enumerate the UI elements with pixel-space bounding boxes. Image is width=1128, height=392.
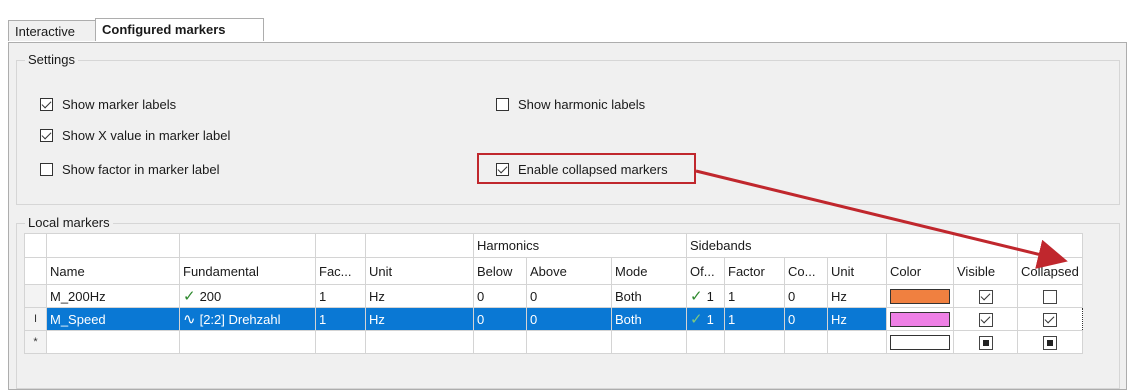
cell-name[interactable]: M_200Hz [46, 284, 180, 308]
table-row-new[interactable]: * [24, 330, 1083, 354]
visible-checkbox[interactable] [978, 335, 993, 350]
show-x-value-label: Show X value in marker label [62, 127, 231, 143]
cell-visible[interactable] [953, 284, 1018, 308]
checkmark-icon: ✓ [690, 288, 703, 305]
cell-sideband-offset[interactable] [686, 330, 725, 354]
color-swatch[interactable] [890, 335, 950, 351]
cell-factor[interactable]: 1 [315, 307, 366, 331]
collapsed-checkbox[interactable] [1042, 312, 1057, 327]
cell-unit[interactable]: Hz [365, 284, 474, 308]
cell-below[interactable] [473, 330, 527, 354]
show-x-value-option[interactable]: Show X value in marker label [40, 125, 230, 145]
cell-mode[interactable] [611, 330, 687, 354]
show-harmonic-labels-option[interactable]: Show harmonic labels [496, 94, 645, 114]
cell-name[interactable]: M_Speed [46, 307, 180, 331]
grid-column-header-row: Name Fundamental Fac... Unit Below Above… [24, 257, 1083, 285]
cell-visible[interactable] [953, 330, 1018, 354]
cell-above[interactable] [526, 330, 612, 354]
cell-sideband-factor[interactable] [724, 330, 785, 354]
show-factor-option[interactable]: Show factor in marker label [40, 159, 220, 179]
visible-checkbox[interactable] [978, 289, 993, 304]
show-marker-labels-checkbox[interactable] [40, 97, 53, 111]
col-header-name[interactable]: Name [46, 257, 180, 285]
cell-name[interactable] [46, 330, 180, 354]
show-harmonic-labels-checkbox[interactable] [496, 97, 509, 111]
col-header-sideband-factor[interactable]: Factor [724, 257, 785, 285]
visible-checkbox[interactable] [978, 312, 993, 327]
checkmark-icon: ✓ [690, 311, 703, 328]
col-header-sideband-offset[interactable]: Of... [686, 257, 725, 285]
cell-above[interactable]: 0 [526, 284, 612, 308]
show-marker-labels-option[interactable]: Show marker labels [40, 94, 176, 114]
col-header-sideband-unit[interactable]: Unit [827, 257, 887, 285]
show-factor-checkbox[interactable] [40, 162, 53, 176]
col-header-visible[interactable]: Visible [953, 257, 1018, 285]
settings-group-title: Settings [25, 52, 78, 67]
show-harmonic-labels-label: Show harmonic labels [518, 96, 646, 112]
col-header-fundamental[interactable]: Fundamental [179, 257, 316, 285]
grid-group-header-row: Harmonics Sidebands [24, 233, 1083, 258]
cell-sideband-offset[interactable]: ✓ 1 [686, 307, 725, 331]
col-header-below[interactable]: Below [473, 257, 527, 285]
cell-color[interactable] [886, 330, 954, 354]
col-header-unit[interactable]: Unit [365, 257, 474, 285]
cell-color[interactable] [886, 307, 954, 331]
checkmark-icon: ✓ [183, 288, 196, 305]
show-factor-label: Show factor in marker label [62, 161, 220, 177]
show-x-value-checkbox[interactable] [40, 128, 53, 142]
tab-configured-markers[interactable]: Configured markers [95, 18, 264, 41]
cell-sideband-factor[interactable]: 1 [724, 307, 785, 331]
cell-collapsed[interactable] [1017, 284, 1083, 308]
row-indicator[interactable]: I [24, 307, 47, 331]
col-header-sideband-count[interactable]: Co... [784, 257, 828, 285]
cell-below[interactable]: 0 [473, 307, 527, 331]
cell-sideband-count[interactable] [784, 330, 828, 354]
sidebands-group-header: Sidebands [686, 233, 887, 258]
table-row-selected[interactable]: I M_Speed ∿ [2:2] Drehzahl 1 Hz 0 0 Both … [24, 307, 1083, 331]
color-swatch[interactable] [890, 289, 950, 305]
col-header-above[interactable]: Above [526, 257, 612, 285]
cell-fundamental[interactable]: ∿ [2:2] Drehzahl [179, 307, 316, 331]
show-marker-labels-label: Show marker labels [62, 96, 177, 112]
cell-mode[interactable]: Both [611, 307, 687, 331]
cell-unit[interactable] [365, 330, 474, 354]
cell-sideband-unit[interactable]: Hz [827, 284, 887, 308]
annotation-highlight-box [477, 153, 696, 184]
color-swatch[interactable] [890, 312, 950, 328]
cell-fundamental[interactable]: ✓ 200 [179, 284, 316, 308]
collapsed-checkbox[interactable] [1042, 335, 1057, 350]
local-markers-group-title: Local markers [25, 215, 113, 230]
cell-fundamental[interactable] [179, 330, 316, 354]
cell-unit[interactable]: Hz [365, 307, 474, 331]
cell-sideband-unit[interactable]: Hz [827, 307, 887, 331]
waveform-icon: ∿ [183, 311, 196, 328]
col-header-color[interactable]: Color [886, 257, 954, 285]
cell-mode[interactable]: Both [611, 284, 687, 308]
row-indicator[interactable] [24, 284, 47, 308]
col-header-collapsed[interactable]: Collapsed [1017, 257, 1083, 285]
cell-collapsed[interactable] [1017, 307, 1083, 331]
tab-interactive[interactable]: Interactive [8, 20, 96, 41]
collapsed-checkbox[interactable] [1042, 289, 1057, 304]
new-row-indicator[interactable]: * [24, 330, 47, 354]
cell-collapsed[interactable] [1017, 330, 1083, 354]
col-header-factor[interactable]: Fac... [315, 257, 366, 285]
cell-sideband-unit[interactable] [827, 330, 887, 354]
cell-factor[interactable] [315, 330, 366, 354]
cell-sideband-offset[interactable]: ✓ 1 [686, 284, 725, 308]
local-markers-grid: Harmonics Sidebands Name Fundamental Fac… [24, 233, 1083, 354]
cell-factor[interactable]: 1 [315, 284, 366, 308]
cell-color[interactable] [886, 284, 954, 308]
cell-sideband-count[interactable]: 0 [784, 284, 828, 308]
col-header-mode[interactable]: Mode [611, 257, 687, 285]
cell-below[interactable]: 0 [473, 284, 527, 308]
cell-above[interactable]: 0 [526, 307, 612, 331]
cell-sideband-factor[interactable]: 1 [724, 284, 785, 308]
cell-sideband-count[interactable]: 0 [784, 307, 828, 331]
table-row[interactable]: M_200Hz ✓ 200 1 Hz 0 0 Both ✓ 1 1 0 Hz [24, 284, 1083, 308]
cell-visible[interactable] [953, 307, 1018, 331]
harmonics-group-header: Harmonics [473, 233, 687, 258]
